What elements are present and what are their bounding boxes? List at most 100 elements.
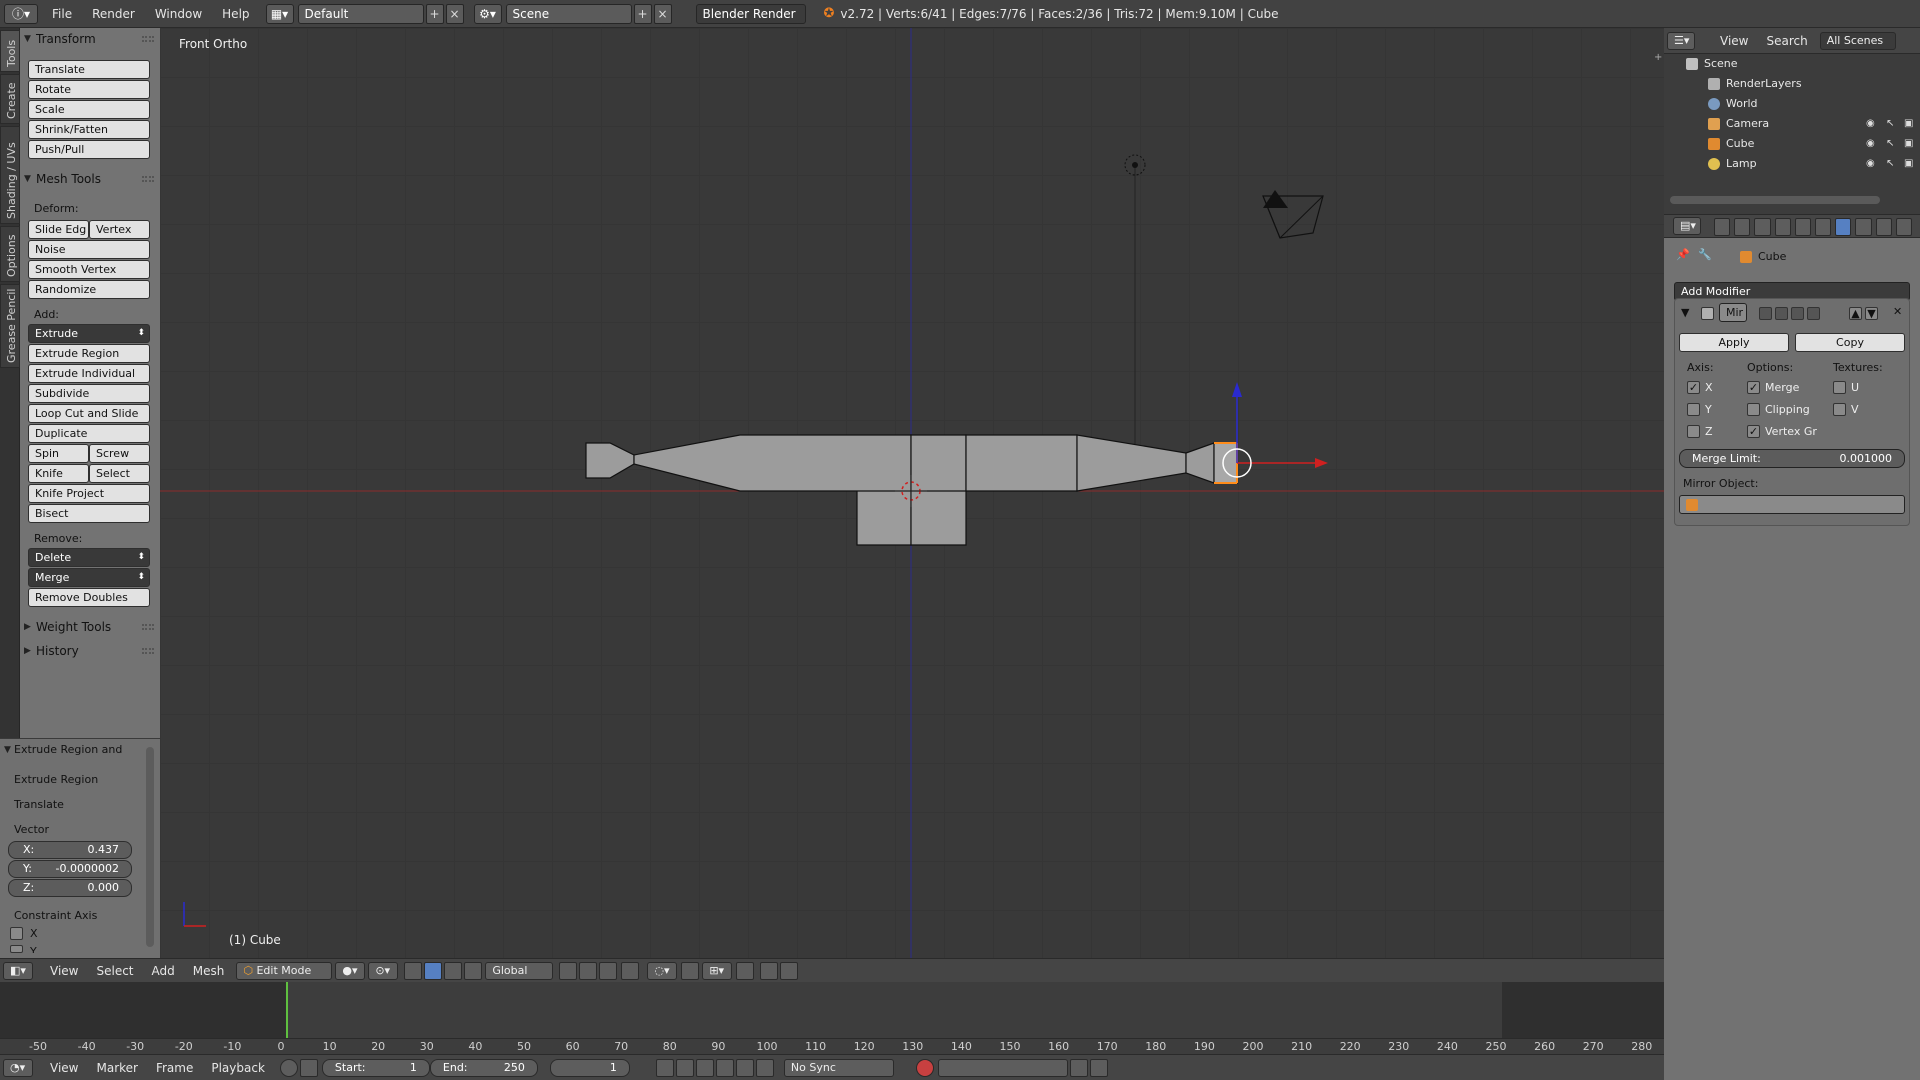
- selectability-cursor-icon[interactable]: ↖: [1886, 118, 1898, 130]
- manipulator-toggle-icon[interactable]: [404, 961, 423, 980]
- sync-mode-select[interactable]: No Sync: [783, 1058, 894, 1077]
- menu-playback[interactable]: Playback: [202, 1061, 274, 1075]
- vector-y-field[interactable]: Y: -0.0000002: [8, 860, 132, 878]
- smooth-vertex-button[interactable]: Smooth Vertex: [28, 260, 150, 279]
- shrink-fatten-button[interactable]: Shrink/Fatten: [28, 120, 150, 139]
- tab-create[interactable]: Create: [0, 74, 20, 124]
- timeline-editor[interactable]: -50 -40 -30 -20 -10 0 10 20 30 40 50 60 70 80 90 100 110…: [0, 982, 1664, 1054]
- loop-cut-button[interactable]: Loop Cut and Slide: [28, 404, 150, 423]
- noise-button[interactable]: Noise: [28, 240, 150, 259]
- editor-type-info-icon[interactable]: ⓘ▾: [4, 3, 38, 24]
- bisect-button[interactable]: Bisect: [28, 504, 150, 523]
- snap-element-select[interactable]: ⊞▾: [702, 961, 733, 980]
- current-frame-field[interactable]: 1: [549, 1058, 630, 1077]
- history-panel-header[interactable]: ▶ History: [20, 640, 160, 662]
- scene-field[interactable]: Scene: [505, 3, 632, 24]
- add-scene-icon[interactable]: +: [633, 3, 652, 24]
- panel-grip-icon[interactable]: [142, 176, 154, 182]
- editor-type-timeline-icon[interactable]: ◔▾: [3, 1058, 33, 1077]
- translate-button[interactable]: Translate: [28, 60, 150, 79]
- data-tab-icon[interactable]: [1855, 218, 1872, 236]
- extrude-menu[interactable]: Extrude ⬍: [28, 324, 150, 343]
- visibility-eye-icon[interactable]: ◉: [1866, 118, 1878, 130]
- weight-tools-panel-header[interactable]: ▶ Weight Tools: [20, 616, 160, 638]
- render-layers-icon[interactable]: [780, 961, 799, 980]
- extrude-region-button[interactable]: Extrude Region: [28, 344, 150, 363]
- delete-menu[interactable]: Delete ⬍: [28, 548, 150, 567]
- editor-type-properties-icon[interactable]: ▤▾: [1673, 217, 1701, 235]
- constraints-tab-icon[interactable]: [1815, 218, 1832, 236]
- menu-view-timeline[interactable]: View: [41, 1061, 87, 1075]
- screen-layout-field[interactable]: Default: [297, 3, 424, 24]
- add-layout-icon[interactable]: +: [425, 3, 444, 24]
- menu-render[interactable]: Render: [82, 0, 145, 28]
- texture-u-checkbox[interactable]: [1833, 381, 1846, 394]
- push-pull-button[interactable]: Push/Pull: [28, 140, 150, 159]
- tab-grease-pencil[interactable]: Grease Pencil: [0, 284, 20, 368]
- mirror-object-field[interactable]: [1679, 495, 1905, 514]
- transform-orientation-select[interactable]: Global: [485, 961, 554, 980]
- mode-select[interactable]: ⬡ Edit Mode: [236, 961, 333, 980]
- record-icon[interactable]: [915, 1058, 934, 1077]
- screen-layout-icon[interactable]: ▦▾: [265, 3, 294, 24]
- rotate-button[interactable]: Rotate: [28, 80, 150, 99]
- visibility-eye-icon[interactable]: ◉: [1866, 138, 1878, 150]
- viewport-toggle-icon[interactable]: [1775, 307, 1788, 320]
- start-frame-field[interactable]: Start: 1: [321, 1058, 430, 1077]
- panel-grip-icon[interactable]: [142, 624, 154, 630]
- menu-select[interactable]: Select: [87, 964, 142, 978]
- remove-doubles-button[interactable]: Remove Doubles: [28, 588, 150, 607]
- remove-scene-icon[interactable]: ×: [653, 3, 672, 24]
- screw-button[interactable]: Screw: [89, 444, 150, 463]
- axis-y-checkbox[interactable]: [1687, 403, 1700, 416]
- play-reverse-icon[interactable]: [695, 1058, 714, 1077]
- outliner-item-camera[interactable]: Camera ◉ ↖ ▣: [1664, 114, 1920, 134]
- render-tab-icon[interactable]: [1714, 218, 1731, 236]
- renderability-camera-icon[interactable]: ▣: [1904, 138, 1916, 150]
- outliner[interactable]: Scene RenderLayers World Camera ◉ ↖ ▣ Cu…: [1664, 54, 1920, 214]
- play-icon[interactable]: [715, 1058, 734, 1077]
- outliner-item-world[interactable]: World: [1664, 94, 1920, 114]
- edge-select-mode-icon[interactable]: [579, 961, 598, 980]
- vertex-groups-checkbox[interactable]: ✓: [1747, 425, 1760, 438]
- menu-marker[interactable]: Marker: [87, 1061, 146, 1075]
- slide-vertex-button[interactable]: Vertex: [89, 220, 150, 239]
- world-tab-icon[interactable]: [1774, 218, 1791, 236]
- extrude-individual-button[interactable]: Extrude Individual: [28, 364, 150, 383]
- menu-frame[interactable]: Frame: [147, 1061, 202, 1075]
- knife-select-button[interactable]: Select: [89, 464, 150, 483]
- jump-keyframe-back-icon[interactable]: [675, 1058, 694, 1077]
- render-layers-tab-icon[interactable]: [1734, 218, 1751, 236]
- insert-keyframe-icon[interactable]: [1069, 1058, 1088, 1077]
- selectability-cursor-icon[interactable]: ↖: [1886, 138, 1898, 150]
- jump-end-icon[interactable]: [755, 1058, 774, 1077]
- constraint-y-checkbox[interactable]: [10, 945, 23, 953]
- frame-ruler[interactable]: -50 -40 -30 -20 -10 0 10 20 30 40 50 60 70 80 90 100 110…: [0, 1038, 1664, 1054]
- snap-toggle-icon[interactable]: [681, 961, 700, 980]
- renderability-camera-icon[interactable]: ▣: [1904, 118, 1916, 130]
- pin-icon[interactable]: 📌: [1676, 248, 1690, 261]
- remove-layout-icon[interactable]: ×: [445, 3, 464, 24]
- menu-help[interactable]: Help: [212, 0, 259, 28]
- outliner-item-cube[interactable]: Cube ◉ ↖ ▣: [1664, 134, 1920, 154]
- proportional-edit-select[interactable]: ◌▾: [647, 961, 678, 980]
- axis-z-checkbox[interactable]: [1687, 425, 1700, 438]
- selectability-cursor-icon[interactable]: ↖: [1886, 158, 1898, 170]
- menu-add[interactable]: Add: [143, 964, 184, 978]
- outliner-scrollbar[interactable]: [1670, 196, 1880, 204]
- merge-checkbox[interactable]: ✓: [1747, 381, 1760, 394]
- material-tab-icon[interactable]: [1875, 218, 1892, 236]
- apply-button[interactable]: Apply: [1679, 333, 1789, 352]
- renderability-camera-icon[interactable]: ▣: [1904, 158, 1916, 170]
- visibility-eye-icon[interactable]: ◉: [1866, 158, 1878, 170]
- render-toggle-icon[interactable]: [1791, 307, 1804, 320]
- delete-keyframe-icon[interactable]: [1089, 1058, 1108, 1077]
- end-frame-field[interactable]: End: 250: [429, 1058, 538, 1077]
- panel-grip-icon[interactable]: [142, 36, 154, 42]
- tab-tools[interactable]: Tools: [0, 30, 20, 72]
- cage-toggle-icon[interactable]: [1807, 307, 1820, 320]
- current-frame-marker[interactable]: [286, 982, 288, 1038]
- texture-v-checkbox[interactable]: [1833, 403, 1846, 416]
- keying-set-field[interactable]: [937, 1058, 1068, 1077]
- object-tab-icon[interactable]: [1794, 218, 1812, 236]
